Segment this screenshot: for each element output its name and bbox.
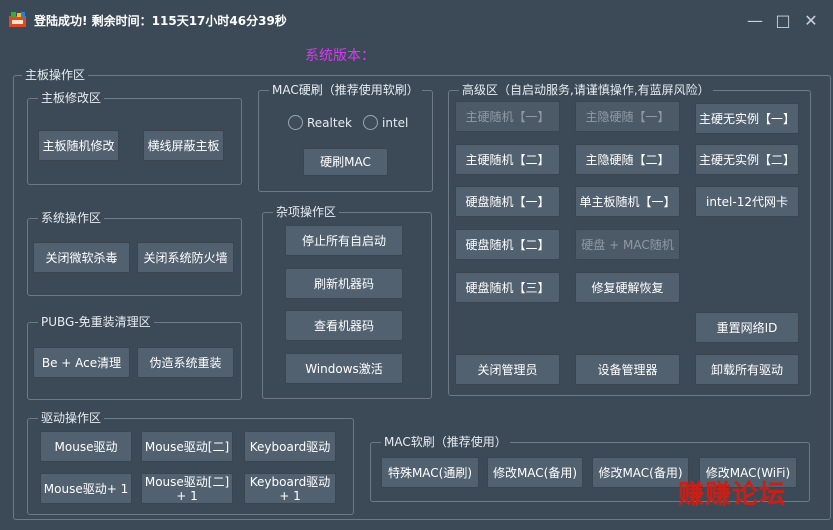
board-shield-button[interactable]: 横线屏蔽主板	[143, 130, 224, 161]
intel-12-nic-button[interactable]: intel-12代网卡	[695, 186, 799, 217]
refresh-machine-code-button[interactable]: 刷新机器码	[285, 268, 403, 299]
maximize-icon[interactable]: □	[772, 10, 794, 32]
disk-random-2-button[interactable]: 硬盘随机【二】	[455, 229, 560, 260]
main-hdd-noinstance-2-button[interactable]: 主硬无实例【二】	[695, 144, 799, 175]
stop-autostart-button[interactable]: 停止所有自启动	[285, 225, 403, 256]
system-version-label: 系统版本：	[305, 48, 375, 64]
disk-random-1-button[interactable]: 硬盘随机【一】	[455, 186, 560, 217]
mouse-driver-2-plus1-button[interactable]: Mouse驱动[二] + 1	[141, 473, 233, 504]
single-board-random-button[interactable]: 单主板随机【一】	[575, 186, 680, 217]
radio-circle-icon[interactable]	[288, 115, 303, 130]
radio-circle-icon[interactable]	[363, 115, 378, 130]
main-hidden-hdd-2-button[interactable]: 主隐硬随【二】	[575, 144, 680, 175]
reset-network-id-button[interactable]: 重置网络ID	[695, 312, 799, 343]
main-hdd-noinstance-1-button[interactable]: 主硬无实例【一】	[695, 103, 799, 134]
realtek-radio-label: Realtek	[307, 115, 352, 130]
keyboard-driver-button[interactable]: Keyboard驱动	[244, 431, 336, 462]
disable-defender-button[interactable]: 关闭微软杀毒	[33, 242, 130, 273]
fake-reinstall-button[interactable]: 伪造系统重装	[137, 347, 234, 378]
special-mac-button[interactable]: 特殊MAC(通刷)	[381, 457, 479, 488]
main-hdd-random-2-button[interactable]: 主硬随机【二】	[455, 144, 560, 175]
intel-radio-label: intel	[382, 115, 409, 130]
pubg-clean-label: PUBG-免重装清理区	[38, 314, 154, 330]
device-manager-button[interactable]: 设备管理器	[575, 354, 680, 385]
view-machine-code-button[interactable]: 查看机器码	[285, 310, 403, 341]
board-modify-label: 主板修改区	[38, 90, 105, 106]
uninstall-drivers-button[interactable]: 卸载所有驱动	[695, 354, 799, 385]
mac-hard-label: MAC硬刷（推荐使用软刷）	[269, 82, 422, 98]
mouse-driver-button[interactable]: Mouse驱动	[40, 431, 132, 462]
disk-random-3-button[interactable]: 硬盘随机【三】	[455, 272, 560, 303]
mouse-driver-2-button[interactable]: Mouse驱动[二]	[141, 431, 233, 462]
watermark-text: 赚赚论坛	[678, 480, 787, 510]
misc-ops-label: 杂项操作区	[273, 204, 340, 220]
modify-mac-backup-1-button[interactable]: 修改MAC(备用)	[487, 457, 583, 488]
realtek-radio[interactable]: Realtek	[288, 115, 352, 130]
window-title: 登陆成功! 剩余时间：115天17小时46分39秒	[34, 14, 287, 28]
title-bar: 登陆成功! 剩余时间：115天17小时46分39秒 — □ ✕	[0, 0, 833, 40]
keyboard-driver-plus1-button[interactable]: Keyboard驱动 + 1	[244, 473, 336, 504]
mouse-driver-plus1-button[interactable]: Mouse驱动+ 1	[40, 473, 132, 504]
close-icon[interactable]: ✕	[800, 10, 822, 32]
mac-soft-label: MAC软刷（推荐使用）	[381, 434, 510, 450]
close-admin-button[interactable]: 关闭管理员	[455, 354, 560, 385]
app-icon	[9, 12, 26, 27]
board-random-modify-button[interactable]: 主板随机修改	[38, 130, 119, 161]
main-board-label: 主板操作区	[22, 67, 89, 83]
minimize-icon[interactable]: —	[744, 10, 766, 32]
disable-firewall-button[interactable]: 关闭系统防火墙	[137, 242, 234, 273]
advanced-label: 高级区（自启动服务,请谨慎操作,有蓝屏风险）	[459, 82, 713, 98]
hard-flash-mac-button[interactable]: 硬刷MAC	[303, 148, 388, 176]
disk-mac-random-button[interactable]: 硬盘 + MAC随机	[575, 229, 680, 260]
be-ace-clean-button[interactable]: Be + Ace清理	[33, 347, 130, 378]
main-hdd-random-1-button[interactable]: 主硬随机【一】	[455, 101, 560, 132]
windows-activate-button[interactable]: Windows激活	[285, 353, 403, 384]
system-ops-label: 系统操作区	[38, 210, 105, 226]
main-hidden-hdd-1-button[interactable]: 主隐硬随【一】	[575, 101, 680, 132]
intel-radio[interactable]: intel	[363, 115, 408, 130]
mac-hard-group: MAC硬刷（推荐使用软刷）	[258, 82, 433, 192]
driver-ops-label: 驱动操作区	[38, 410, 105, 426]
modify-mac-backup-2-button[interactable]: 修改MAC(备用)	[592, 457, 689, 488]
repair-restore-button[interactable]: 修复硬解恢复	[575, 272, 680, 303]
